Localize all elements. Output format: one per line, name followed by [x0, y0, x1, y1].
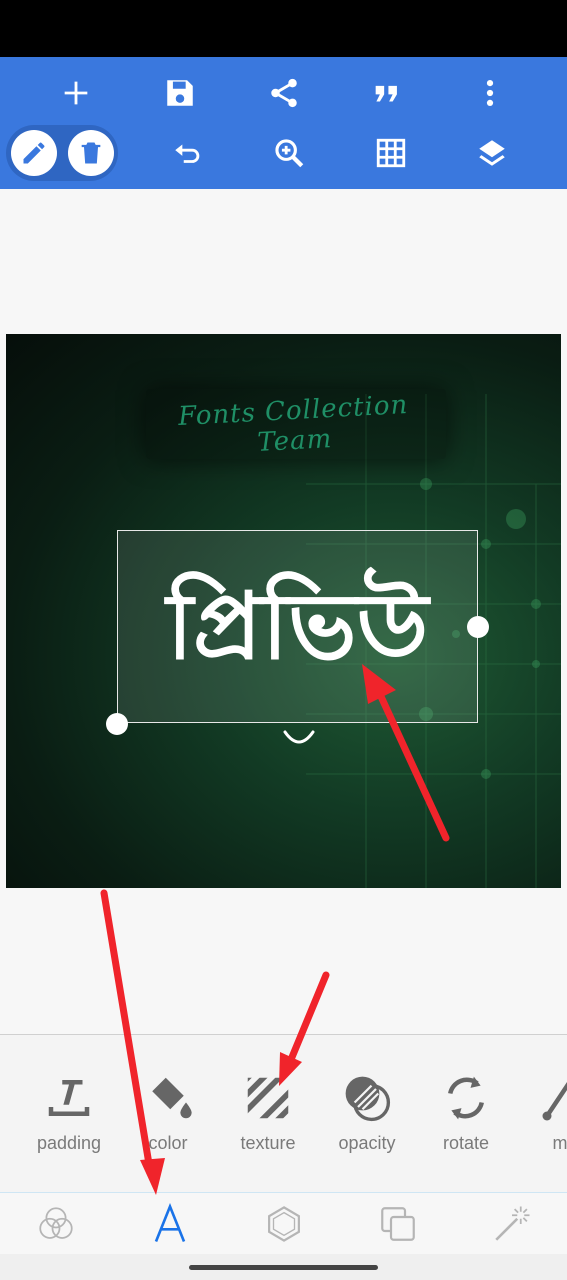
tab-blend[interactable] — [29, 1201, 83, 1247]
tab-layer[interactable] — [371, 1201, 425, 1247]
tab-text[interactable] — [143, 1201, 197, 1247]
undo-icon[interactable] — [164, 129, 212, 177]
blend-circles-icon — [39, 1207, 73, 1239]
tool-texture[interactable]: texture — [218, 1071, 318, 1154]
text-layer-selection[interactable]: প্রিভিউ — [117, 530, 478, 723]
tool-label: texture — [240, 1133, 296, 1153]
paint-bucket-icon — [152, 1077, 192, 1119]
delete-trash-icon[interactable] — [68, 130, 114, 176]
tool-rotate[interactable]: rotate — [416, 1071, 516, 1154]
texture-icon — [247, 1077, 289, 1119]
tool-padding[interactable]: padding — [19, 1071, 119, 1154]
tab-effects[interactable] — [485, 1201, 539, 1247]
tab-shape[interactable] — [257, 1201, 311, 1247]
resize-handle-right[interactable] — [467, 616, 489, 638]
mode-toggle-group — [6, 125, 118, 181]
tool-ma[interactable]: ma — [515, 1071, 567, 1154]
tool-label: opacity — [338, 1133, 396, 1153]
save-icon[interactable] — [156, 69, 204, 117]
tool-label: ma — [552, 1133, 567, 1153]
text-tools-strip: padding color texture opacity rotate m — [0, 1034, 567, 1192]
system-navigation-bar — [0, 1254, 567, 1280]
edit-pencil-icon[interactable] — [11, 130, 57, 176]
padding-icon — [48, 1080, 90, 1116]
text-layer-content[interactable]: প্রিভিউ — [118, 531, 477, 722]
hexagon-icon — [268, 1206, 300, 1242]
magic-wand-icon — [495, 1206, 530, 1241]
resize-handle-bottom-left[interactable] — [106, 713, 128, 735]
zoom-in-icon[interactable] — [265, 129, 313, 177]
tool-label: color — [148, 1133, 188, 1153]
home-gesture-pill[interactable] — [189, 1265, 378, 1270]
more-vertical-icon[interactable] — [466, 69, 514, 117]
bottom-tab-bar — [0, 1192, 567, 1254]
magic-icon — [542, 1081, 567, 1121]
rotate-icon — [448, 1076, 484, 1120]
share-icon[interactable] — [260, 69, 308, 117]
layers-icon[interactable] — [468, 129, 516, 177]
top-toolbar — [0, 57, 567, 189]
quote-icon[interactable] — [363, 69, 411, 117]
grid-icon[interactable] — [367, 129, 415, 177]
rotate-handle-icon[interactable] — [282, 728, 316, 750]
overlap-squares-icon — [381, 1207, 415, 1241]
tool-opacity[interactable]: opacity — [317, 1071, 417, 1154]
tool-color[interactable]: color — [118, 1071, 218, 1154]
tool-label: padding — [36, 1133, 102, 1153]
status-bar — [0, 0, 567, 57]
opacity-icon — [345, 1076, 391, 1122]
tool-label: rotate — [442, 1133, 490, 1153]
text-a-icon — [154, 1203, 186, 1242]
add-icon[interactable] — [52, 69, 100, 117]
